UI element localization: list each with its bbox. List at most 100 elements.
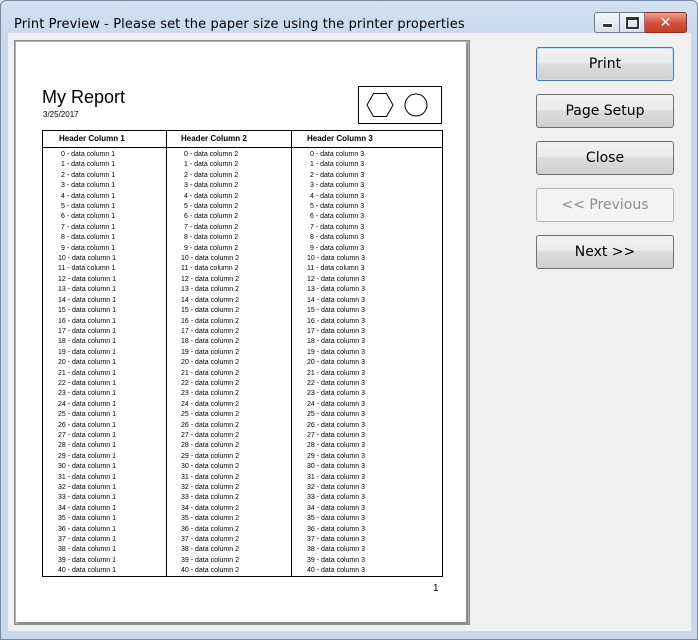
table-cell: 15 - data column 2 bbox=[181, 307, 239, 315]
table-cell: 26 - data column 3 bbox=[307, 421, 365, 429]
table-cell: 35 - data column 2 bbox=[181, 515, 239, 523]
table-cell: 0 - data column 1 bbox=[61, 151, 116, 158]
table-cell: 28 - data column 1 bbox=[58, 442, 116, 450]
dialog-client-area: My Report 3/25/2017 Header Column 1 Head bbox=[8, 33, 691, 631]
table-cell: 32 - data column 3 bbox=[307, 484, 365, 491]
table-cell: 29 - data column 1 bbox=[58, 452, 116, 460]
page-number: 1 bbox=[433, 583, 439, 594]
table-cell: 22 - data column 1 bbox=[58, 379, 116, 387]
report-logo bbox=[358, 86, 442, 124]
table-cell: 29 - data column 3 bbox=[307, 452, 365, 460]
table-cell: 23 - data column 2 bbox=[181, 390, 239, 398]
table-cell: 38 - data column 3 bbox=[307, 546, 365, 554]
table-cell: 13 - data column 2 bbox=[181, 286, 239, 294]
table-cell: 18 - data column 2 bbox=[181, 338, 239, 346]
table-cell: 7 - data column 2 bbox=[184, 223, 239, 231]
table-cell: 37 - data column 1 bbox=[58, 536, 116, 544]
table-cell: 9 - data column 2 bbox=[184, 244, 239, 252]
header-column-3: Header Column 3 bbox=[307, 134, 373, 143]
table-cell: 24 - data column 3 bbox=[307, 400, 365, 408]
table-cell: 19 - data column 3 bbox=[307, 348, 365, 356]
table-cell: 25 - data column 3 bbox=[307, 411, 365, 419]
table-cell: 11 - data column 3 bbox=[307, 265, 365, 273]
table-cell: 35 - data column 1 bbox=[58, 515, 116, 523]
table-cell: 30 - data column 3 bbox=[307, 463, 365, 471]
table-cell: 4 - data column 3 bbox=[310, 192, 365, 200]
print-button[interactable]: Print bbox=[536, 47, 674, 81]
table-cell: 14 - data column 3 bbox=[307, 296, 365, 304]
table-cell: 21 - data column 2 bbox=[181, 369, 239, 377]
table-cell: 16 - data column 2 bbox=[181, 317, 239, 325]
table-cell: 39 - data column 3 bbox=[307, 556, 365, 564]
table-cell: 4 - data column 1 bbox=[61, 192, 116, 200]
table-cell: 34 - data column 3 bbox=[307, 504, 365, 512]
table-cell: 8 - data column 1 bbox=[61, 234, 116, 242]
table-cell: 3 - data column 1 bbox=[61, 182, 116, 190]
table-cell: 17 - data column 2 bbox=[181, 327, 239, 335]
table-cell: 30 - data column 2 bbox=[181, 463, 239, 471]
table-cell: 27 - data column 1 bbox=[58, 431, 116, 439]
table-cell: 23 - data column 3 bbox=[307, 390, 365, 398]
table-cell: 33 - data column 1 bbox=[58, 494, 116, 502]
table-cell: 26 - data column 1 bbox=[58, 421, 116, 429]
close-window-button[interactable]: ✕ bbox=[645, 12, 687, 33]
minimize-button[interactable] bbox=[594, 12, 620, 33]
table-cell: 24 - data column 1 bbox=[58, 400, 116, 408]
table-cell: 22 - data column 2 bbox=[181, 379, 239, 387]
table-cell: 21 - data column 3 bbox=[307, 369, 365, 377]
table-cell: 32 - data column 1 bbox=[58, 484, 116, 491]
table-cell: 2 - data column 1 bbox=[61, 171, 116, 179]
table-cell: 36 - data column 1 bbox=[58, 525, 116, 533]
table-cell: 11 - data column 2 bbox=[181, 265, 239, 273]
table-cell: 4 - data column 2 bbox=[184, 192, 239, 200]
table-cell: 18 - data column 1 bbox=[58, 338, 116, 346]
table-cell: 8 - data column 3 bbox=[310, 234, 365, 242]
preview-area[interactable]: My Report 3/25/2017 Header Column 1 Head bbox=[14, 40, 470, 625]
table-cell: 11 - data column 1 bbox=[58, 265, 116, 273]
table-cell: 9 - data column 3 bbox=[310, 244, 365, 252]
table-cell: 37 - data column 3 bbox=[307, 536, 365, 544]
report-page: My Report 3/25/2017 Header Column 1 Head bbox=[16, 42, 466, 622]
column-divider bbox=[166, 131, 167, 576]
table-cell: 13 - data column 3 bbox=[307, 286, 365, 294]
table-cell: 15 - data column 1 bbox=[58, 307, 116, 315]
previous-page-button[interactable]: << Previous bbox=[536, 188, 674, 222]
table-cell: 0 - data column 2 bbox=[184, 151, 239, 158]
table-cell: 40 - data column 2 bbox=[181, 567, 239, 575]
table-cell: 31 - data column 3 bbox=[307, 473, 365, 481]
table-cell: 6 - data column 3 bbox=[310, 213, 365, 221]
table-cell: 40 - data column 3 bbox=[307, 567, 365, 575]
report-title: My Report bbox=[42, 87, 126, 107]
table-cell: 0 - data column 3 bbox=[310, 151, 365, 158]
table-cell: 28 - data column 3 bbox=[307, 442, 365, 450]
minimize-icon bbox=[601, 23, 613, 28]
table-cell: 9 - data column 1 bbox=[61, 244, 116, 252]
close-button[interactable]: Close bbox=[536, 141, 674, 175]
table-cell: 12 - data column 1 bbox=[58, 275, 116, 283]
table-cell: 19 - data column 2 bbox=[181, 348, 239, 356]
title-bar[interactable]: Print Preview - Please set the paper siz… bbox=[1, 1, 697, 35]
table-cell: 16 - data column 1 bbox=[58, 317, 116, 325]
table-cell: 26 - data column 2 bbox=[181, 421, 239, 429]
table-cell: 25 - data column 1 bbox=[58, 411, 116, 419]
window-controls: ✕ bbox=[594, 12, 687, 33]
table-cell: 3 - data column 2 bbox=[184, 182, 239, 190]
table-cell: 36 - data column 3 bbox=[307, 525, 365, 533]
table-cell: 37 - data column 2 bbox=[181, 536, 239, 544]
table-cell: 21 - data column 1 bbox=[58, 369, 116, 377]
table-cell: 15 - data column 3 bbox=[307, 307, 365, 315]
table-cell: 6 - data column 1 bbox=[61, 213, 116, 221]
header-column-1: Header Column 1 bbox=[59, 134, 125, 143]
table-cell: 30 - data column 1 bbox=[58, 463, 116, 471]
table-cell: 20 - data column 1 bbox=[58, 359, 116, 367]
maximize-button[interactable] bbox=[620, 12, 645, 33]
table-cell: 22 - data column 3 bbox=[307, 379, 365, 387]
window-title: Print Preview - Please set the paper siz… bbox=[14, 17, 465, 32]
table-cell: 5 - data column 2 bbox=[184, 203, 239, 211]
page-setup-button[interactable]: Page Setup bbox=[536, 94, 674, 128]
table-cell: 17 - data column 3 bbox=[307, 327, 365, 335]
table-cell: 20 - data column 3 bbox=[307, 359, 365, 367]
next-page-button[interactable]: Next >> bbox=[536, 235, 674, 269]
table-cell: 7 - data column 1 bbox=[61, 223, 116, 231]
table-cell: 3 - data column 3 bbox=[310, 182, 365, 190]
